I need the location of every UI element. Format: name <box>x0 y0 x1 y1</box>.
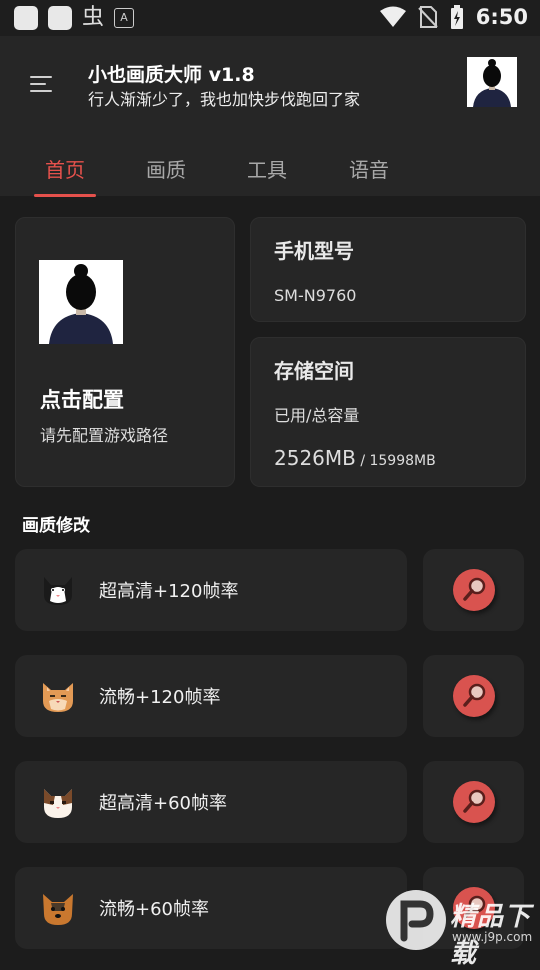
config-title: 点击配置 <box>40 388 124 412</box>
option-row[interactable]: 流畅+60帧率 <box>15 867 407 949</box>
bug-icon: 虫 <box>82 5 105 30</box>
tab-tools[interactable]: 工具 <box>247 154 287 183</box>
search-icon <box>463 789 486 813</box>
yorkie-dog-icon <box>43 894 73 925</box>
watermark-logo-icon <box>386 890 446 950</box>
black-white-cat-icon <box>44 577 72 605</box>
option-row[interactable]: 流畅+120帧率 <box>15 655 407 737</box>
config-subtitle: 请先配置游戏路径 <box>40 426 169 445</box>
status-bar: 虫 A 6:50 <box>0 0 540 36</box>
option-row[interactable]: 超高清+60帧率 <box>15 761 407 843</box>
apply-button[interactable] <box>423 655 524 737</box>
storage-total: / 15998MB <box>355 453 436 469</box>
tab-voice[interactable]: 语音 <box>349 154 389 183</box>
menu-icon[interactable] <box>30 74 56 94</box>
orange-cat-icon <box>43 683 73 712</box>
tab-quality[interactable]: 画质 <box>146 154 186 183</box>
option-label: 流畅+120帧率 <box>99 687 221 708</box>
no-sim-icon <box>418 6 438 28</box>
profile-image <box>39 260 123 344</box>
app-title: 小也画质大师 v1.8 <box>88 64 255 86</box>
phone-model-value: SM-N9760 <box>274 286 357 305</box>
option-row[interactable]: 超高清+120帧率 <box>15 549 407 631</box>
app-subtitle: 行人渐渐少了，我也加快步伐跑回了家 <box>88 90 361 109</box>
avatar[interactable] <box>467 57 517 107</box>
wifi-icon <box>379 6 406 27</box>
search-icon <box>463 683 486 707</box>
apply-button[interactable] <box>423 761 524 843</box>
option-label: 超高清+120帧率 <box>99 581 239 602</box>
watermark: 精品下载 www.j9p.com <box>386 884 540 969</box>
config-card[interactable]: 点击配置 请先配置游戏路径 <box>15 217 235 487</box>
storage-label: 已用/总容量 <box>274 406 360 425</box>
app-header: 小也画质大师 v1.8 行人渐渐少了，我也加快步伐跑回了家 首页 画质 工具 语… <box>0 36 540 197</box>
app-square-icon <box>14 6 38 30</box>
option-label: 超高清+60帧率 <box>99 793 227 814</box>
storage-used: 2526MB <box>274 446 356 470</box>
watermark-url: www.j9p.com <box>452 930 533 944</box>
app-square-icon <box>48 6 72 30</box>
phone-model-title: 手机型号 <box>274 239 354 263</box>
section-title: 画质修改 <box>22 516 90 536</box>
option-label: 流畅+60帧率 <box>99 899 209 920</box>
battery-charging-icon <box>450 5 463 29</box>
storage-usage: 2526MB / 15998MB <box>274 446 436 470</box>
active-tab-indicator <box>34 194 96 197</box>
phone-model-card: 手机型号 SM-N9760 <box>250 217 526 322</box>
tab-bar: 首页 画质 工具 语音 <box>0 148 540 197</box>
a-badge-icon: A <box>114 8 135 28</box>
apply-button[interactable] <box>423 549 524 631</box>
search-icon <box>463 577 486 601</box>
storage-card: 存储空间 已用/总容量 2526MB / 15998MB <box>250 337 526 487</box>
storage-title: 存储空间 <box>274 359 354 383</box>
clock: 6:50 <box>475 5 528 29</box>
calico-cat-icon <box>44 789 72 818</box>
tab-home[interactable]: 首页 <box>45 154 85 183</box>
